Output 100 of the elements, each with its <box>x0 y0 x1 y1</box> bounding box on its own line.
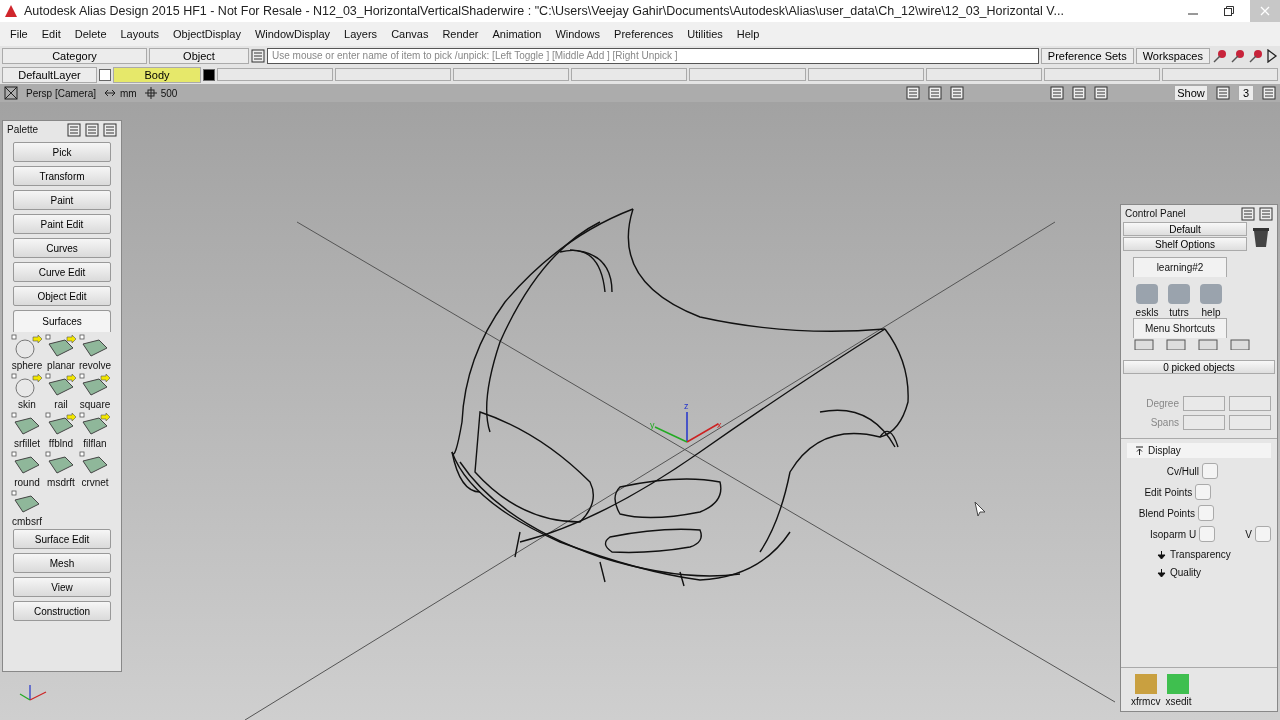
layer-color-swatch[interactable] <box>203 68 215 81</box>
shelf-tab[interactable]: learning#2 <box>1133 257 1227 277</box>
checkbox[interactable] <box>1195 484 1212 500</box>
palette-tab[interactable]: Surface Edit <box>13 529 111 549</box>
palette-tab[interactable]: View <box>13 577 111 597</box>
shelf-tool-icon <box>1197 281 1225 307</box>
option-label: Cv/Hull <box>1166 465 1200 477</box>
expand-arrow-icon[interactable] <box>1266 48 1278 63</box>
object-button[interactable]: Object <box>149 47 249 64</box>
tool-label: ffblnd <box>48 438 74 449</box>
input-field[interactable] <box>1183 415 1225 430</box>
tool-label: eskls <box>1135 307 1159 318</box>
menu-item[interactable]: Preferences <box>608 28 682 40</box>
input-field[interactable] <box>1183 396 1225 411</box>
input-field[interactable] <box>1229 415 1271 430</box>
workspace-button[interactable]: Workspaces <box>1135 47 1210 64</box>
palette-tab[interactable]: Surfaces <box>13 310 111 332</box>
layout-count-button[interactable]: 3 <box>1238 85 1254 101</box>
restore-icon[interactable] <box>1224 6 1234 16</box>
menu-item[interactable]: Layers <box>338 28 386 40</box>
pick-prompt-field[interactable]: Use mouse or enter name of item to pick /unpick: [Left Toggle ] [Middle Add ] [Right Unpick ] <box>267 47 1039 64</box>
menu-item[interactable]: Render <box>436 28 487 40</box>
workspace-button[interactable]: Preference Sets <box>1040 47 1134 64</box>
shelf-tool-icon <box>1165 281 1193 307</box>
menu-item[interactable]: WindowDisplay <box>248 28 339 40</box>
display-section-header[interactable]: Display <box>1148 445 1181 456</box>
field-label: Spans <box>1150 417 1179 428</box>
sphere-tool-icon[interactable] <box>11 334 43 360</box>
menu-item[interactable]: Delete <box>68 28 115 40</box>
picked-objects-dropdown[interactable]: 0 picked objects <box>1123 360 1275 374</box>
units-label: mm <box>120 87 137 99</box>
list-icon[interactable] <box>1241 206 1255 221</box>
tool-label: filflan <box>83 438 107 449</box>
list-icon[interactable] <box>251 48 265 63</box>
collapsed-section-header[interactable]: Transparency <box>1170 549 1231 560</box>
tool-label: help <box>1201 307 1221 318</box>
tool-label: rail <box>54 399 68 410</box>
checkbox[interactable] <box>1254 526 1271 542</box>
pick-tool-icon[interactable] <box>1230 47 1246 64</box>
menu-item[interactable]: Utilities <box>681 28 731 40</box>
preset-dropdown[interactable]: Default <box>1123 222 1247 236</box>
category-button[interactable]: Category <box>2 47 147 64</box>
grid-size-label: 500 <box>160 87 178 99</box>
collapse-arrow-icon <box>1135 445 1144 456</box>
checkbox[interactable] <box>1202 463 1219 479</box>
tool-label: skin <box>18 399 36 410</box>
tool-label: xfrmcv <box>1131 696 1161 707</box>
menu-item[interactable]: Animation <box>486 28 550 40</box>
checkbox[interactable] <box>1197 505 1214 521</box>
axis-label: z <box>684 401 689 411</box>
close-button[interactable] <box>1250 0 1280 22</box>
checkbox[interactable] <box>1199 526 1216 542</box>
palette-tab[interactable]: Pick <box>13 142 111 162</box>
option-label: Blend Points <box>1138 507 1195 519</box>
layer-color-swatch[interactable] <box>99 68 111 81</box>
axis-triad-drawing <box>654 411 719 443</box>
menu-item[interactable]: Windows <box>549 28 609 40</box>
show-button[interactable]: Show <box>1174 85 1208 101</box>
corner-axis-drawing <box>19 684 47 701</box>
field-label: Degree <box>1146 398 1179 409</box>
palette-tab[interactable]: Transform <box>13 166 111 186</box>
shelf-tool-icon <box>1133 281 1161 307</box>
app-logo-icon <box>4 4 18 18</box>
menu-item[interactable]: Edit <box>35 28 69 40</box>
layer-button[interactable]: Body <box>113 66 201 83</box>
tool-label: tutrs <box>1169 307 1189 318</box>
pick-tool-icon[interactable] <box>1212 47 1228 64</box>
tool-label: srfillet <box>13 438 41 449</box>
palette-tab[interactable]: Object Edit <box>13 286 111 306</box>
trash-icon <box>1251 225 1271 248</box>
palette-tab[interactable]: Mesh <box>13 553 111 573</box>
option-label: V <box>1245 528 1252 540</box>
menu-item[interactable]: Layouts <box>114 28 168 40</box>
menu-item[interactable]: Canvas <box>385 28 437 40</box>
list-icon[interactable] <box>85 122 99 137</box>
shelf-options-dropdown[interactable]: Shelf Options <box>1123 237 1247 251</box>
cursor-icon <box>974 501 986 517</box>
camera-label: Persp [Camera] <box>26 87 97 99</box>
palette-tab[interactable]: Construction <box>13 601 111 621</box>
tool-label: xsedit <box>1165 696 1192 707</box>
input-field[interactable] <box>1229 396 1271 411</box>
palette-tab[interactable]: Paint <box>13 190 111 210</box>
palette-tab[interactable]: Curve Edit <box>13 262 111 282</box>
menu-item[interactable]: File <box>4 28 36 40</box>
menu-item[interactable]: Help <box>730 28 768 40</box>
tool-label: round <box>14 477 40 488</box>
tool-label: crvnet <box>81 477 109 488</box>
sphere-tool-icon[interactable] <box>11 373 43 399</box>
palette-tab[interactable]: Paint Edit <box>13 214 111 234</box>
viewport-close-icon <box>4 86 18 100</box>
palette-tab[interactable]: Curves <box>13 238 111 258</box>
layer-button[interactable]: DefaultLayer <box>2 66 97 83</box>
axis-label: x <box>717 420 722 430</box>
down-arrow-icon <box>1157 567 1166 578</box>
pick-tool-icon[interactable] <box>1248 47 1264 64</box>
collapsed-section-header[interactable]: Quality <box>1170 567 1202 578</box>
menu-item[interactable]: ObjectDisplay <box>167 28 249 40</box>
shortcut-icon <box>1229 338 1251 350</box>
shelf-tab[interactable]: Menu Shortcuts <box>1133 318 1227 338</box>
tool-label: msdrft <box>47 477 75 488</box>
